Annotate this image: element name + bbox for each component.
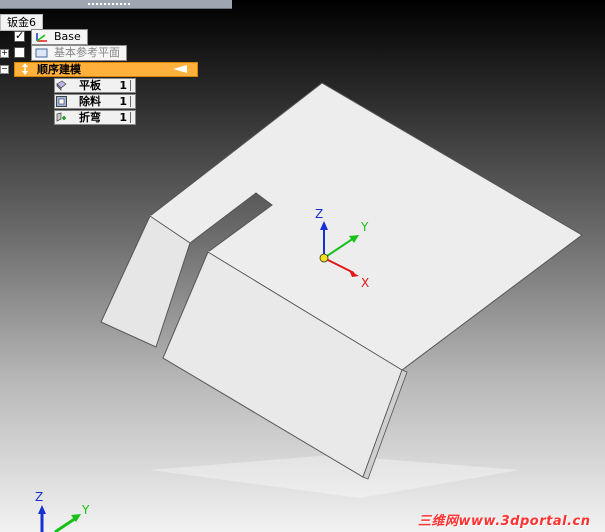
grip-dots [88,3,130,5]
flange-icon [56,112,66,122]
mini-axis-z-arrow [38,505,46,514]
tree-item-base[interactable]: Base [31,29,88,45]
coordinate-system-icon [36,33,47,42]
mini-axis-z-label: Z [35,490,44,504]
axis-y-label: Y [361,220,369,234]
ref-planes-checkbox[interactable] [14,47,25,58]
tree-item-base-label: Base [54,30,81,43]
base-checkbox[interactable] [14,29,25,42]
rollback-arrow-icon[interactable] [173,65,187,73]
mini-axis-y-label: Y [82,503,90,517]
pathfinder-grip-bar[interactable] [0,0,232,9]
ground-shadow [150,455,520,498]
feature-cutout-count: 1 [119,95,127,108]
feature-cutout[interactable]: 除料 1 [54,94,136,109]
axis-x-label: X [361,276,370,290]
tree-item-ref-planes-label: 基本参考平面 [54,46,120,59]
tree-item-ref-planes[interactable]: 基本参考平面 [31,45,127,61]
triad-origin [319,253,329,263]
ordered-expander[interactable]: − [0,65,9,74]
ordered-icon [22,63,28,75]
mini-axis-y-line [54,516,77,532]
feature-cutout-separator [130,96,131,107]
feature-flange-separator [130,112,131,123]
tree-item-ordered-modeling[interactable]: 顺序建模 [14,62,198,77]
site-watermark: 三维网www.3dportal.cn [418,514,591,529]
feature-flange[interactable]: 折弯 1 [54,110,136,125]
tree-item-ordered-label: 顺序建模 [37,63,81,76]
feature-flange-count: 1 [119,111,127,124]
feature-tab-label: 平板 [79,79,101,92]
view-orientation-triad [38,505,81,532]
feature-flange-label: 折弯 [79,111,101,124]
feature-tab-count: 1 [119,79,127,92]
cutout-icon [56,96,67,107]
axis-z-label: Z [315,207,324,221]
tab-icon [56,80,67,91]
reference-plane-icon [35,48,48,58]
ref-planes-expander[interactable]: + [0,49,9,58]
feature-tab[interactable]: 平板 1 [54,78,136,93]
feature-cutout-label: 除料 [79,95,101,108]
feature-tab-separator [130,80,131,91]
